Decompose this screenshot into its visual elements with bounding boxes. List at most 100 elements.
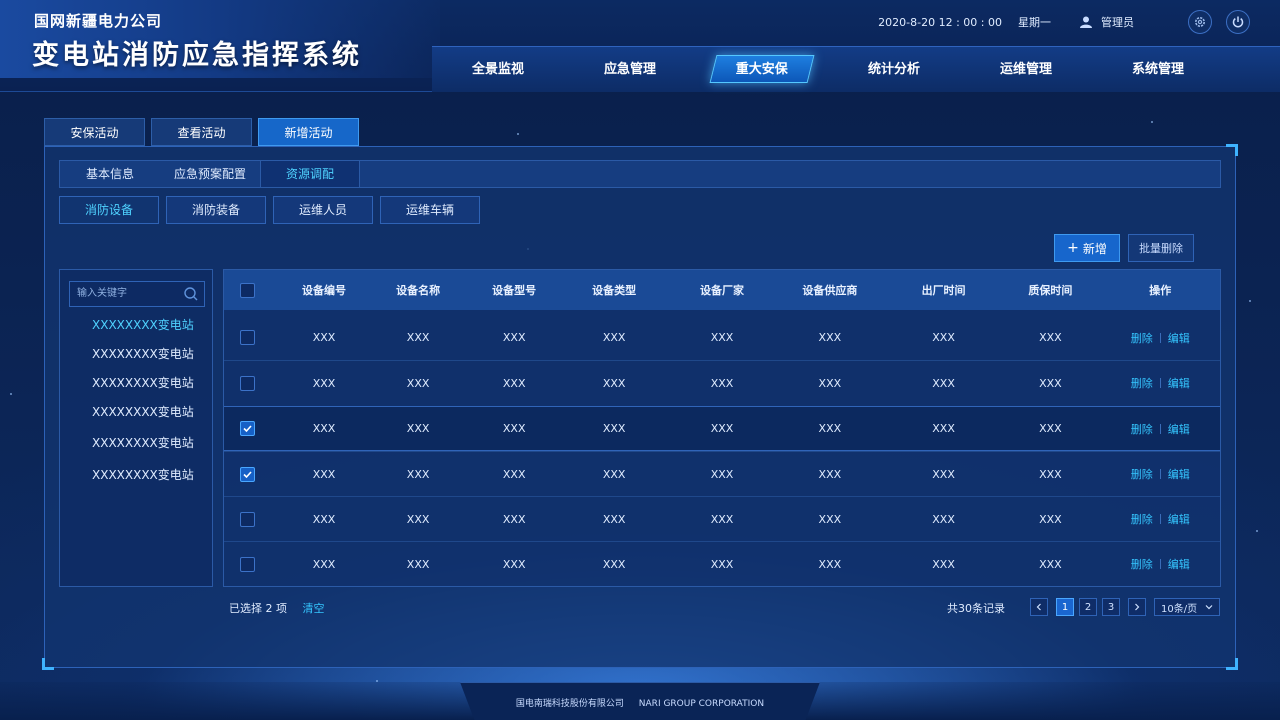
- tab-add-activity[interactable]: 新增活动: [258, 118, 359, 146]
- nav-item-operations[interactable]: 运维管理: [960, 47, 1092, 93]
- table-cell: XXX: [1039, 331, 1062, 344]
- page-button[interactable]: 1: [1056, 598, 1074, 616]
- delete-link[interactable]: 删除: [1131, 330, 1153, 346]
- top-status-bar: 2020-8-20 12 : 00 : 00 星期一 管理员: [878, 8, 1250, 36]
- user-name: 管理员: [1101, 16, 1134, 29]
- table-cell: XXX: [1039, 467, 1062, 481]
- nav-label: 运维管理: [999, 61, 1052, 77]
- equipment-table: 设备编号 设备名称 设备型号 设备类型 设备厂家 设备供应商 出厂时间 质保时间…: [223, 269, 1221, 587]
- table-cell: XXX: [602, 557, 626, 571]
- table-row[interactable]: XXX XXX XXX XXX XXX XXX XXX XXX 删除 编辑: [224, 406, 1220, 451]
- row-select-cell: [224, 511, 271, 527]
- list-item-substation[interactable]: XXXXXXXX变电站: [92, 376, 194, 405]
- table-cell: XXX: [502, 376, 526, 390]
- edit-link[interactable]: 编辑: [1168, 466, 1190, 482]
- divider: [1159, 378, 1161, 388]
- delete-link[interactable]: 删除: [1131, 466, 1153, 482]
- prev-page-button[interactable]: [1030, 598, 1048, 616]
- delete-link[interactable]: 删除: [1131, 421, 1153, 437]
- nav-item-system[interactable]: 系统管理: [1092, 47, 1224, 93]
- list-item-substation[interactable]: XXXXXXXX变电站: [92, 405, 194, 436]
- list-item-substation[interactable]: XXXXXXXX变电站: [92, 347, 194, 376]
- edit-link[interactable]: 编辑: [1168, 511, 1190, 527]
- nav-label: 统计分析: [867, 61, 920, 77]
- divider: [1159, 514, 1161, 524]
- nav-item-security[interactable]: 重大安保: [696, 47, 828, 93]
- tab-maintenance-vehicles[interactable]: 运维车辆: [380, 196, 480, 224]
- row-checkbox[interactable]: [240, 511, 256, 527]
- tab-security-activity[interactable]: 安保活动: [44, 118, 145, 146]
- row-select-cell: [224, 421, 271, 436]
- table-cell: XXX: [406, 557, 430, 571]
- activity-tabs: 安保活动 查看活动 新增活动: [44, 118, 365, 146]
- power-button[interactable]: [1226, 10, 1250, 34]
- batch-delete-button[interactable]: 批量删除: [1128, 234, 1194, 262]
- delete-link[interactable]: 删除: [1131, 556, 1153, 572]
- checkmark-icon: [243, 425, 252, 433]
- edit-link[interactable]: 编辑: [1168, 421, 1190, 437]
- star-decoration: [1151, 121, 1153, 123]
- page-size-value: 10条/页: [1161, 603, 1198, 615]
- table-row[interactable]: XXX XXX XXX XXX XXX XXX XXX XXX 删除 编辑: [224, 360, 1220, 405]
- row-select-cell: [224, 375, 271, 391]
- page-button[interactable]: 2: [1079, 598, 1097, 616]
- clear-selection-link[interactable]: 清空: [303, 602, 325, 615]
- edit-link[interactable]: 编辑: [1168, 556, 1190, 572]
- select-all-checkbox[interactable]: [240, 282, 256, 298]
- row-checkbox[interactable]: [240, 330, 256, 345]
- nav-item-panorama[interactable]: 全景监视: [432, 47, 564, 93]
- table-cell: XXX: [312, 376, 336, 390]
- add-button[interactable]: + 新增: [1054, 234, 1120, 262]
- row-select-cell: [224, 556, 271, 572]
- tab-resource-allocation[interactable]: 资源调配: [260, 161, 360, 187]
- nav-item-statistics[interactable]: 统计分析: [828, 47, 960, 93]
- row-checkbox[interactable]: [240, 466, 256, 482]
- search-input[interactable]: 输入关键字: [69, 281, 205, 307]
- next-page-button[interactable]: [1128, 598, 1146, 616]
- table-row[interactable]: XXX XXX XXX XXX XXX XXX XXX XXX 删除 编辑: [224, 315, 1220, 360]
- corner-decoration: [1226, 658, 1238, 670]
- tab-fire-gear[interactable]: 消防装备: [166, 196, 266, 224]
- page-size-select[interactable]: 10条/页: [1154, 598, 1220, 616]
- delete-link[interactable]: 删除: [1131, 375, 1153, 391]
- edit-link[interactable]: 编辑: [1168, 330, 1190, 346]
- star-decoration: [1256, 530, 1258, 532]
- row-actions: 删除 编辑: [1100, 421, 1220, 437]
- row-checkbox[interactable]: [240, 375, 256, 391]
- table-cell: XXX: [602, 512, 626, 526]
- corner-decoration: [1226, 144, 1238, 156]
- table-cell: XXX: [818, 557, 842, 571]
- row-checkbox[interactable]: [240, 556, 256, 572]
- list-item-substation[interactable]: XXXXXXXX变电站: [92, 436, 194, 468]
- table-cell: XXX: [1039, 422, 1062, 435]
- table-cell: XXX: [932, 512, 955, 526]
- table-row[interactable]: XXX XXX XXX XXX XXX XXX XXX XXX 删除 编辑: [224, 451, 1220, 496]
- nav-active-highlight: 重大安保: [709, 54, 815, 83]
- main-panel: 基本信息 应急预案配置 资源调配 消防设备 消防装备 运维人员 运维车辆 + 新…: [42, 144, 1238, 670]
- pagination: 1 2 3 10条/页: [1030, 598, 1220, 616]
- column-header: 设备名称: [396, 284, 441, 297]
- list-item-substation[interactable]: XXXXXXXX变电站: [92, 318, 194, 347]
- row-checkbox[interactable]: [240, 421, 256, 436]
- substation-list: XXXXXXXX变电站 XXXXXXXX变电站 XXXXXXXX变电站 XXXX…: [92, 318, 194, 497]
- delete-link[interactable]: 删除: [1131, 511, 1153, 527]
- column-header: 出厂时间: [921, 284, 966, 297]
- tab-fire-equipment[interactable]: 消防设备: [59, 196, 159, 224]
- tab-maintenance-staff[interactable]: 运维人员: [273, 196, 373, 224]
- divider: [1159, 559, 1161, 569]
- column-header: 质保时间: [1028, 284, 1073, 297]
- edit-link[interactable]: 编辑: [1168, 375, 1190, 391]
- page-button[interactable]: 3: [1102, 598, 1120, 616]
- footer-company-cn: 国电南瑞科技股份有限公司: [515, 699, 624, 709]
- search-icon[interactable]: [183, 286, 199, 302]
- table-row[interactable]: XXX XXX XXX XXX XXX XXX XXX XXX 删除 编辑: [224, 541, 1220, 586]
- settings-button[interactable]: [1188, 10, 1212, 34]
- table-row[interactable]: XXX XXX XXX XXX XXX XXX XXX XXX 删除 编辑: [224, 496, 1220, 541]
- list-item-substation[interactable]: XXXXXXXX变电站: [92, 468, 194, 497]
- tab-view-activity[interactable]: 查看活动: [151, 118, 252, 146]
- row-select-cell: [224, 466, 271, 482]
- tab-basic-info[interactable]: 基本信息: [60, 161, 160, 187]
- nav-item-emergency[interactable]: 应急管理: [564, 47, 696, 93]
- user-menu[interactable]: 管理员: [1079, 14, 1134, 30]
- tab-plan-config[interactable]: 应急预案配置: [160, 161, 260, 187]
